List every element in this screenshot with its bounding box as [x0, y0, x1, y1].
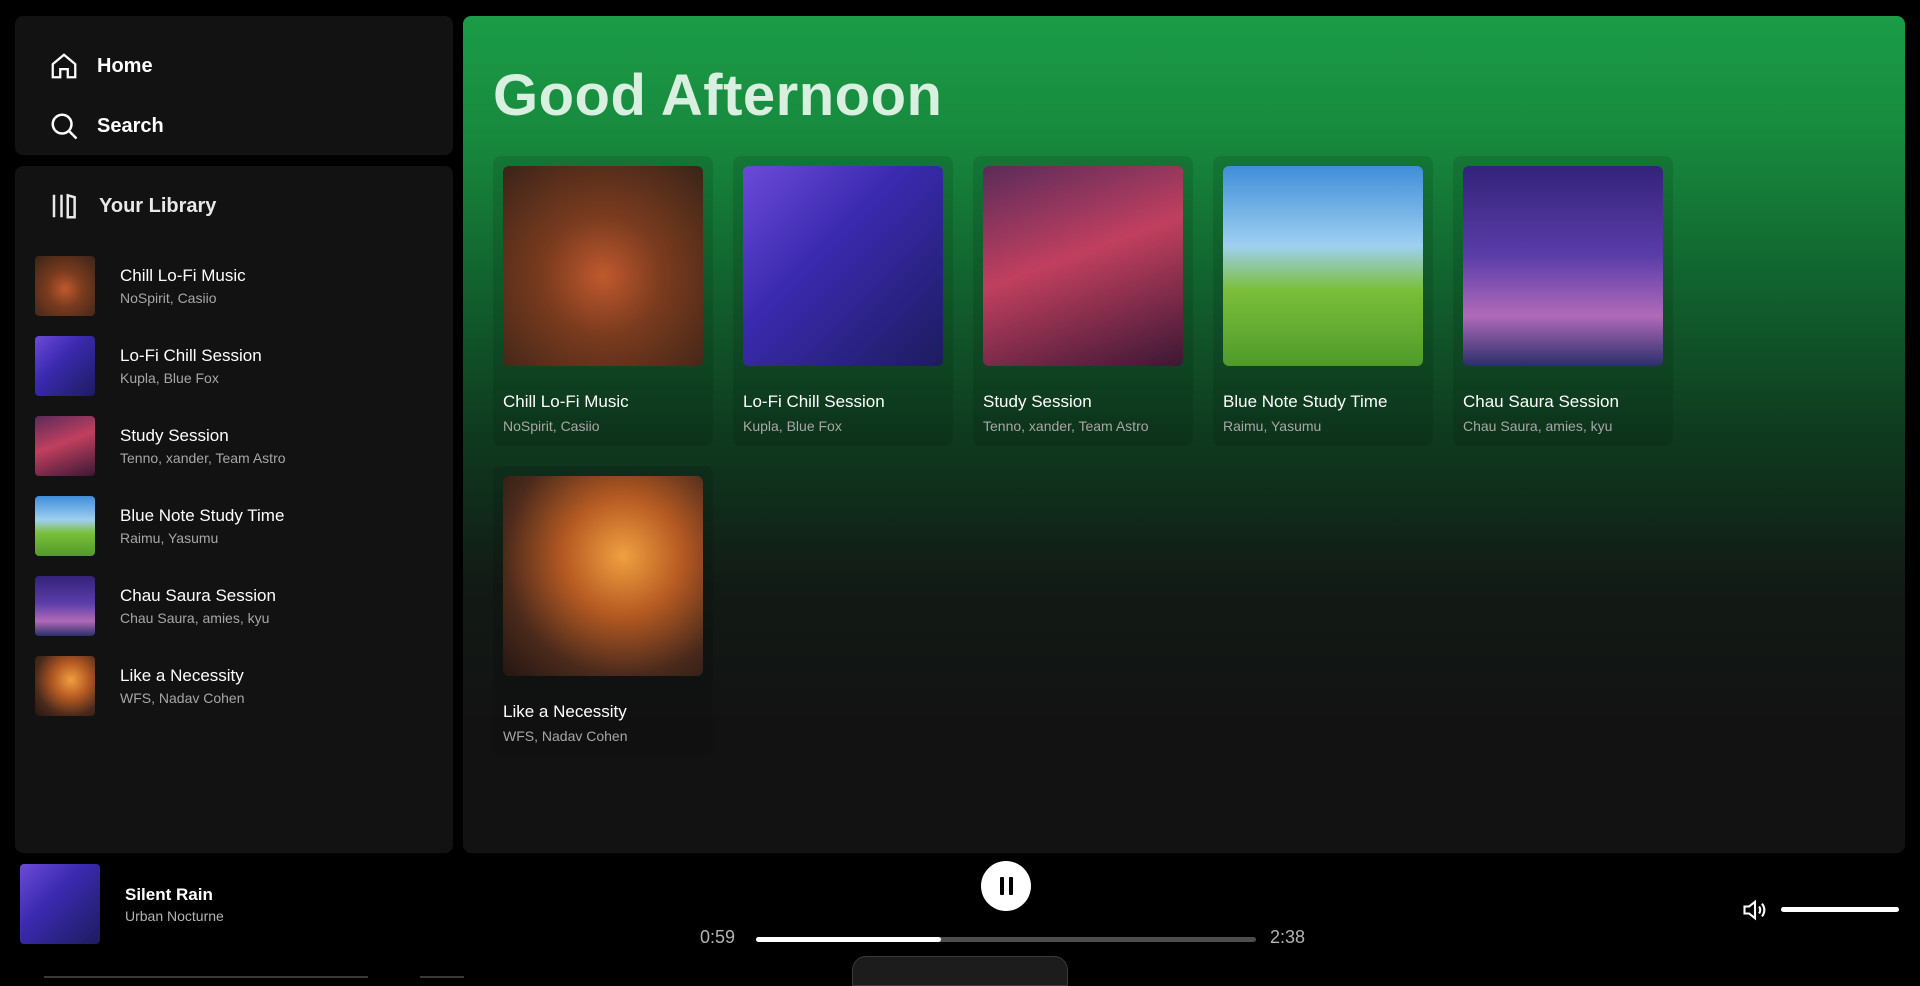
library-item-title: Chau Saura Session [120, 586, 276, 605]
page-title: Good Afternoon [493, 63, 943, 128]
search-icon [51, 113, 78, 140]
playlist-card[interactable]: Lo-Fi Chill Session Kupla, Blue Fox [733, 156, 953, 446]
playlist-card-title: Blue Note Study Time [1223, 392, 1388, 411]
playlist-card-artists: Raimu, Yasumu [1223, 418, 1322, 434]
progress-bar[interactable] [756, 937, 1256, 942]
playlist-cover [503, 476, 703, 676]
playlist-cover [743, 166, 943, 366]
playlist-card-title: Chill Lo-Fi Music [503, 392, 629, 411]
playlist-card[interactable]: Like a Necessity WFS, Nadav Cohen [493, 466, 713, 756]
library-item[interactable]: Study Session Tenno, xander, Team Astro [15, 406, 453, 486]
playlist-cover [35, 496, 95, 556]
home-icon [51, 53, 77, 79]
library-panel: Your Library Chill Lo-Fi Music NoSpirit, … [15, 166, 453, 853]
current-time: 0:59 [700, 927, 736, 947]
now-playing-cover[interactable] [20, 864, 100, 944]
library-item[interactable]: Blue Note Study Time Raimu, Yasumu [15, 486, 453, 566]
nav-home-label: Home [97, 54, 153, 77]
playlist-card-title: Study Session [983, 392, 1092, 411]
divider [420, 976, 464, 978]
volume-icon[interactable] [1741, 896, 1769, 924]
playlist-card-title: Lo-Fi Chill Session [743, 392, 885, 411]
sidebar-nav: Home Search [15, 16, 453, 155]
library-item-artists: Tenno, xander, Team Astro [120, 450, 286, 466]
volume-fill [1781, 907, 1899, 912]
pause-icon [997, 877, 1015, 895]
playlist-cover [35, 576, 95, 636]
library-item-title: Study Session [120, 426, 229, 445]
library-item-title: Lo-Fi Chill Session [120, 346, 262, 365]
library-item[interactable]: Lo-Fi Chill Session Kupla, Blue Fox [15, 326, 453, 406]
nav-search[interactable]: Search [49, 96, 419, 156]
library-item[interactable]: Chau Saura Session Chau Saura, amies, kyu [15, 566, 453, 646]
playlist-cover [1463, 166, 1663, 366]
playlist-card[interactable]: Chau Saura Session Chau Saura, amies, ky… [1453, 156, 1673, 446]
main-content: Good Afternoon Chill Lo-Fi Music NoSpiri… [463, 16, 1905, 853]
library-item-artists: Chau Saura, amies, kyu [120, 610, 270, 626]
playlist-card-artists: Tenno, xander, Team Astro [983, 418, 1149, 434]
playlist-card-artists: WFS, Nadav Cohen [503, 728, 628, 744]
playlist-cover [35, 336, 95, 396]
playlist-cover [983, 166, 1183, 366]
playlist-cover [503, 166, 703, 366]
library-item-artists: Raimu, Yasumu [120, 530, 219, 546]
library-item[interactable]: Like a Necessity WFS, Nadav Cohen [15, 646, 453, 726]
playlist-card[interactable]: Blue Note Study Time Raimu, Yasumu [1213, 156, 1433, 446]
playlist-card-artists: NoSpirit, Casiio [503, 418, 600, 434]
taskbar [852, 956, 1068, 986]
playlist-cover [35, 416, 95, 476]
pause-button[interactable] [981, 861, 1031, 911]
library-header[interactable]: Your Library [15, 166, 453, 246]
nav-search-label: Search [97, 114, 164, 137]
library-item[interactable]: Chill Lo-Fi Music NoSpirit, Casiio [15, 246, 453, 326]
library-title: Your Library [99, 194, 217, 217]
now-playing-title[interactable]: Silent Rain [125, 885, 213, 905]
playlist-cover [35, 656, 95, 716]
playlist-card[interactable]: Chill Lo-Fi Music NoSpirit, Casiio [493, 156, 713, 446]
library-item-artists: Kupla, Blue Fox [120, 370, 219, 386]
library-item-artists: NoSpirit, Casiio [120, 290, 217, 306]
nav-home[interactable]: Home [49, 36, 419, 96]
playlist-card-artists: Kupla, Blue Fox [743, 418, 842, 434]
library-item-title: Like a Necessity [120, 666, 244, 685]
playlist-card-title: Chau Saura Session [1463, 392, 1619, 411]
library-icon [52, 193, 76, 219]
playlist-cover [1223, 166, 1423, 366]
playlist-card-artists: Chau Saura, amies, kyu [1463, 418, 1613, 434]
library-item-artists: WFS, Nadav Cohen [120, 690, 245, 706]
divider [44, 976, 368, 978]
volume-slider[interactable] [1781, 907, 1899, 912]
library-item-title: Chill Lo-Fi Music [120, 266, 246, 285]
playlist-card-title: Like a Necessity [503, 702, 627, 721]
playlist-cover [35, 256, 95, 316]
now-playing-artist[interactable]: Urban Nocturne [125, 908, 224, 924]
playlist-card[interactable]: Study Session Tenno, xander, Team Astro [973, 156, 1193, 446]
library-item-title: Blue Note Study Time [120, 506, 285, 525]
progress-fill [756, 937, 941, 942]
total-time: 2:38 [1270, 927, 1306, 947]
